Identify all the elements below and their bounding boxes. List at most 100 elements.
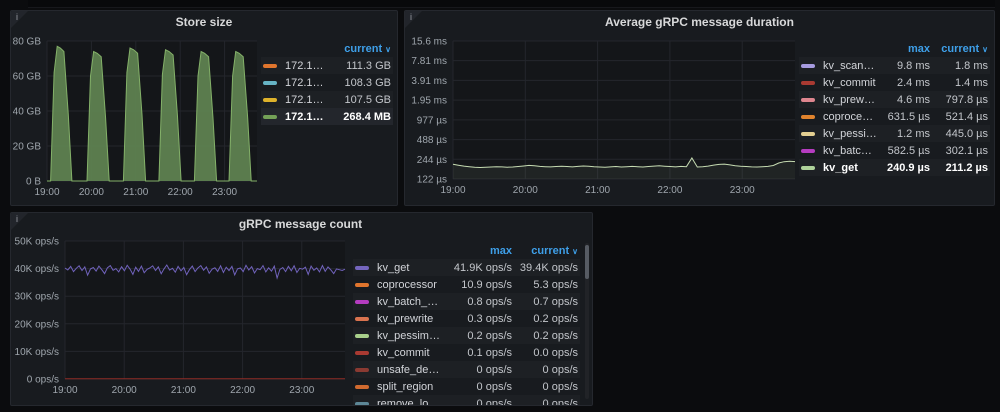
legend-row[interactable]: kv_pessimistic_lock 0.2 ops/s 0.2 ops/s: [353, 327, 580, 344]
series-swatch[interactable]: [801, 148, 815, 153]
legend-row[interactable]: kv_commit 0.1 ops/s 0.0 ops/s: [353, 344, 580, 361]
legend-col-current[interactable]: current ∨: [329, 43, 391, 55]
series-swatch[interactable]: [355, 384, 369, 389]
series-label[interactable]: kv_batch_get: [823, 145, 878, 157]
legend-row[interactable]: unsafe_destroy_range 0 ops/s 0 ops/s: [353, 361, 580, 378]
panel-title[interactable]: Store size: [11, 11, 397, 33]
panel-info-corner[interactable]: [405, 11, 422, 28]
grpc-count-chart[interactable]: 0 ops/s 10K ops/s 20K ops/s 30K ops/s 40K op…: [13, 235, 353, 406]
legend-row[interactable]: 172.16.4.3:23732 268.4 MB: [261, 108, 393, 125]
series-label[interactable]: kv_prewrite: [377, 313, 440, 325]
series-max-value: 2.4 ms: [896, 76, 930, 89]
series-max-value: 1.2 ms: [896, 127, 930, 140]
legend-row[interactable]: kv_get 41.9K ops/s 39.4K ops/s: [353, 259, 580, 276]
legend-row[interactable]: coprocessor 631.5 µs 521.4 µs: [799, 108, 990, 125]
legend-col-current[interactable]: current ∨: [512, 245, 578, 257]
info-icon[interactable]: i: [410, 12, 412, 22]
svg-text:40K ops/s: 40K ops/s: [15, 264, 59, 275]
series-swatch[interactable]: [355, 401, 369, 405]
series-current-value: 0.2 ops/s: [533, 329, 578, 342]
top-panel-edge: [28, 0, 995, 8]
series-label[interactable]: split_region: [377, 381, 440, 393]
legend-scrollbar[interactable]: [585, 243, 589, 399]
svg-text:977 µs: 977 µs: [417, 115, 447, 126]
legend-row[interactable]: kv_batch_get 0.8 ops/s 0.7 ops/s: [353, 293, 580, 310]
series-swatch[interactable]: [355, 265, 369, 270]
series-swatch[interactable]: [263, 97, 277, 102]
svg-text:0 B: 0 B: [26, 177, 41, 188]
legend-row[interactable]: kv_prewrite 0.3 ops/s 0.2 ops/s: [353, 310, 580, 327]
series-label[interactable]: 172.16.4.3:23732: [285, 111, 329, 123]
series-swatch[interactable]: [801, 80, 815, 85]
series-current-value: 111.3 GB: [346, 59, 391, 72]
info-icon[interactable]: i: [16, 12, 18, 22]
series-label[interactable]: kv_commit: [377, 347, 440, 359]
series-label[interactable]: 172.16.4.77:23732: [285, 77, 329, 89]
series-swatch[interactable]: [355, 282, 369, 287]
series-label[interactable]: unsafe_destroy_range: [377, 364, 440, 376]
series-swatch[interactable]: [801, 97, 815, 102]
series-swatch[interactable]: [801, 114, 815, 119]
panel-info-corner[interactable]: [11, 213, 28, 230]
series-max-value: 9.8 ms: [896, 59, 930, 72]
series-swatch[interactable]: [355, 350, 369, 355]
series-max-value: 0.2 ops/s: [467, 329, 512, 342]
series-current-value: 0.0 ops/s: [533, 346, 578, 359]
series-swatch[interactable]: [355, 333, 369, 338]
store-size-chart[interactable]: 0 B 20 GB 40 GB 60 GB 80 GB 19:00 20:00 21:00 22…: [13, 33, 261, 205]
legend-col-current[interactable]: current ∨: [930, 43, 988, 55]
legend-row[interactable]: 172.16.4.77:23732 108.3 GB: [261, 74, 393, 91]
series-label[interactable]: 172.16.4.76:23732: [285, 94, 329, 106]
legend-row[interactable]: kv_get 240.9 µs 211.2 µs: [799, 159, 990, 176]
series-swatch[interactable]: [263, 114, 277, 119]
series-max-value: 0 ops/s: [476, 363, 512, 376]
series-max-value: 0.1 ops/s: [467, 346, 512, 359]
series-swatch[interactable]: [355, 299, 369, 304]
series-swatch[interactable]: [263, 80, 277, 85]
series-label[interactable]: kv_get: [823, 162, 878, 174]
series-swatch[interactable]: [801, 165, 815, 170]
legend-col-max[interactable]: max: [440, 245, 512, 257]
series-label[interactable]: kv_get: [377, 262, 440, 274]
series-swatch[interactable]: [263, 63, 277, 68]
panel-title[interactable]: gRPC message count: [11, 213, 590, 235]
legend-col-max[interactable]: max: [878, 43, 930, 55]
info-icon[interactable]: i: [16, 214, 18, 224]
series-label[interactable]: 172.16.4.78:23732: [285, 60, 329, 72]
legend-row[interactable]: kv_commit 2.4 ms 1.4 ms: [799, 74, 990, 91]
series-label[interactable]: remove_lock_observer: [377, 398, 440, 406]
series-label[interactable]: kv_batch_get: [377, 296, 440, 308]
legend-row[interactable]: kv_scan_lock 9.8 ms 1.8 ms: [799, 57, 990, 74]
series-swatch[interactable]: [355, 367, 369, 372]
legend-row[interactable]: kv_prewrite 4.6 ms 797.8 µs: [799, 91, 990, 108]
legend-row[interactable]: 172.16.4.78:23732 111.3 GB: [261, 57, 393, 74]
series-label[interactable]: kv_pessimistic_lock: [377, 330, 440, 342]
series-swatch[interactable]: [801, 131, 815, 136]
legend-row[interactable]: remove_lock_observer 0 ops/s 0 ops/s: [353, 395, 580, 406]
svg-text:21:00: 21:00: [585, 185, 610, 196]
svg-text:15.6 ms: 15.6 ms: [411, 37, 447, 48]
legend-header: max current ∨: [353, 243, 580, 259]
legend-row[interactable]: coprocessor 10.9 ops/s 5.3 ops/s: [353, 276, 580, 293]
svg-text:20:00: 20:00: [112, 385, 137, 396]
series-swatch[interactable]: [801, 63, 815, 68]
series-label[interactable]: kv_scan_lock: [823, 60, 878, 72]
legend-scrollbar-thumb[interactable]: [585, 245, 589, 279]
legend-row[interactable]: 172.16.4.76:23732 107.5 GB: [261, 91, 393, 108]
legend-row[interactable]: split_region 0 ops/s 0 ops/s: [353, 378, 580, 395]
series-label[interactable]: kv_commit: [823, 77, 878, 89]
series-current-value: 108.3 GB: [344, 76, 391, 89]
panel-title[interactable]: Average gRPC message duration: [405, 11, 994, 33]
series-label[interactable]: kv_prewrite: [823, 94, 878, 106]
series-label[interactable]: coprocessor: [377, 279, 440, 291]
svg-text:19:00: 19:00: [440, 185, 465, 196]
panel-info-corner[interactable]: [11, 11, 28, 28]
series-label[interactable]: kv_pessimistic_lock: [823, 128, 878, 140]
count-legend: max current ∨ kv_get 41.9K ops/s 39.4K ops/s c…: [353, 243, 586, 406]
series-label[interactable]: coprocessor: [823, 111, 878, 123]
legend-row[interactable]: kv_pessimistic_lock 1.2 ms 445.0 µs: [799, 125, 990, 142]
grpc-duration-chart[interactable]: 122 µs 244 µs 488 µs 977 µs 1.95 ms 3.91 ms 7.…: [407, 33, 799, 205]
series-swatch[interactable]: [355, 316, 369, 321]
legend-row[interactable]: kv_batch_get 582.5 µs 302.1 µs: [799, 142, 990, 159]
svg-text:488 µs: 488 µs: [417, 135, 447, 146]
